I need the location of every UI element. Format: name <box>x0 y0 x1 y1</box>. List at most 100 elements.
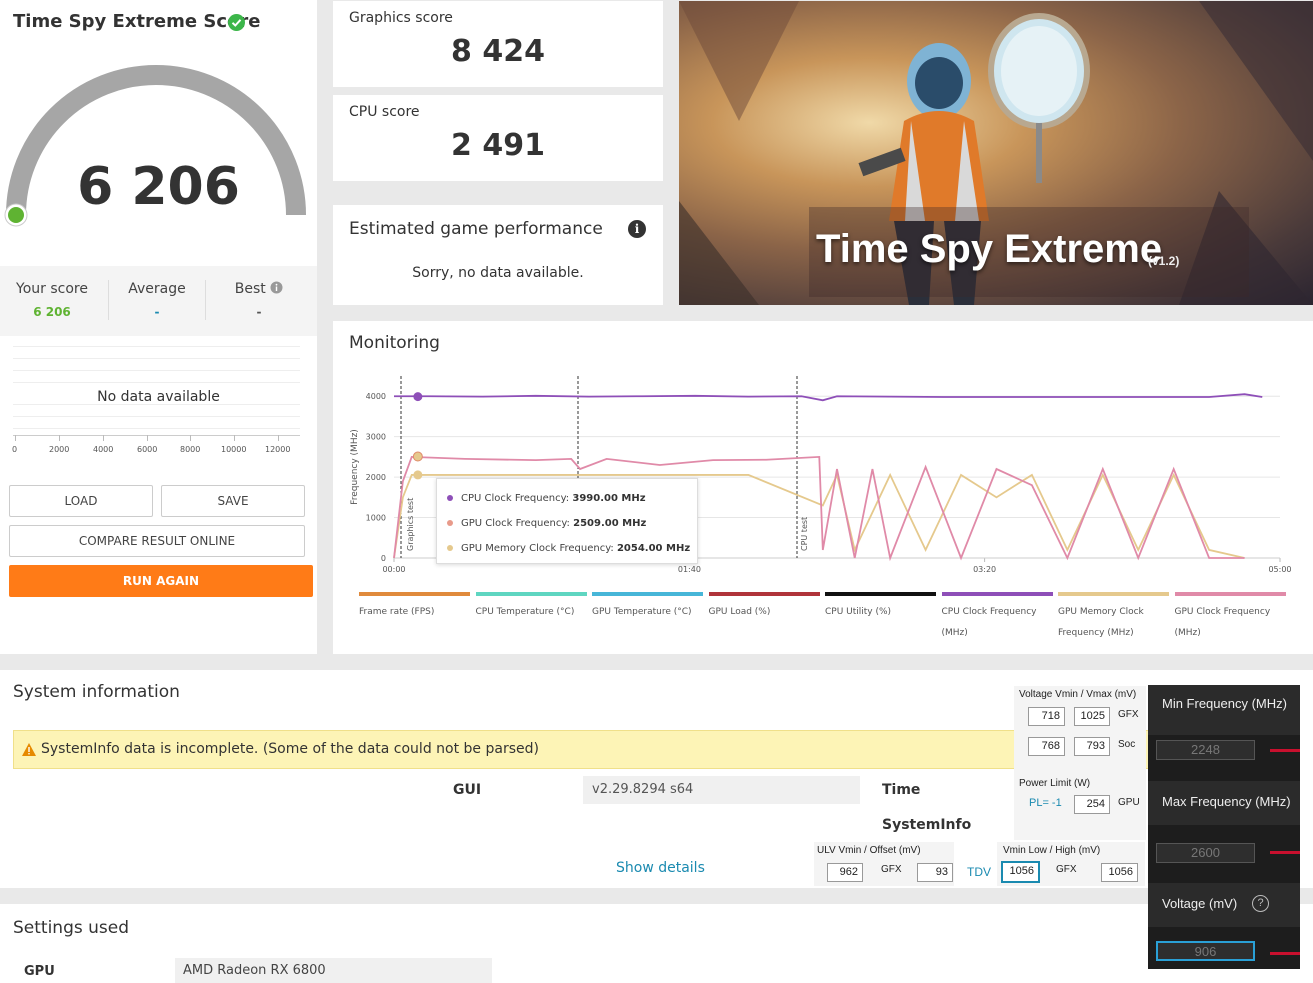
your-score: Your score 6 206 <box>2 281 102 319</box>
verified-check-icon <box>228 14 245 31</box>
axis-tick: 2000 <box>49 445 70 454</box>
voltage-power-panel: Voltage Vmin / Vmax (mV) 718 1025 GFX 76… <box>1014 686 1146 840</box>
score-title: Time Spy Extreme Score <box>13 11 261 32</box>
legend-swatch <box>1174 592 1286 596</box>
min-frequency-input[interactable]: 2248 <box>1156 740 1255 760</box>
info-icon[interactable] <box>270 281 283 294</box>
legend-label: GPU Load (%) <box>708 607 771 617</box>
average-score: Average - <box>107 281 207 319</box>
graphics-score-value: 8 424 <box>451 34 545 69</box>
vmin-high-input[interactable]: 1056 <box>1101 863 1138 882</box>
max-frequency-title: Max Frequency (MHz) <box>1162 794 1291 809</box>
run-again-button[interactable]: RUN AGAIN <box>9 565 313 597</box>
chart-tooltip: CPU Clock Frequency: 3990.00 MHz GPU Clo… <box>436 478 698 564</box>
tooltip-row: GPU Memory Clock Frequency: 2054.00 MHz <box>447 543 690 554</box>
time-label: Time <box>882 782 921 798</box>
show-details-link[interactable]: Show details <box>616 860 705 876</box>
your-score-value: 6 206 <box>33 305 71 319</box>
legend-item[interactable]: Frame rate (FPS) <box>359 592 470 623</box>
benchmark-banner: Time Spy Extreme (v1.2) <box>679 1 1313 305</box>
legend-swatch <box>1058 592 1169 596</box>
ulv-gfx-label: GFX <box>881 864 902 875</box>
benchmark-version: (v1.2) <box>1148 254 1180 268</box>
legend-label: GPU Clock Frequency (MHz) <box>1174 607 1271 638</box>
marker-label: Graphics test <box>406 498 415 551</box>
legend-swatch <box>708 592 820 596</box>
legend-item[interactable]: GPU Clock Frequency (MHz) <box>1174 592 1286 644</box>
score-card: Time Spy Extreme Score 6 206 Your score … <box>0 0 317 654</box>
gfx-vmax-input[interactable]: 1025 <box>1074 707 1110 726</box>
main-score: 6 206 <box>77 157 240 217</box>
help-icon[interactable]: ? <box>1252 895 1269 912</box>
best-value: - <box>256 305 262 319</box>
voltage-slider[interactable] <box>1270 952 1300 955</box>
legend-swatch <box>359 592 470 596</box>
legend-item[interactable]: CPU Temperature (°C) <box>475 592 587 623</box>
y-axis-label: Frequency (MHz) <box>350 429 360 505</box>
warning-banner: SystemInfo data is incomplete. (Some of … <box>13 730 1153 769</box>
min-frequency-title: Min Frequency (MHz) <box>1162 696 1287 711</box>
load-button[interactable]: LOAD <box>9 485 153 517</box>
vmin-low-input[interactable]: 1056 <box>1001 861 1040 883</box>
axis-tick: 6000 <box>137 445 158 454</box>
legend-item[interactable]: CPU Utility (%) <box>825 592 936 623</box>
gfx-vmin-input[interactable]: 718 <box>1028 707 1065 726</box>
compare-result-online-button[interactable]: COMPARE RESULT ONLINE <box>9 525 305 557</box>
power-limit-text[interactable]: PL= -1 <box>1029 797 1062 809</box>
ulv-vmin-input[interactable]: 962 <box>827 863 863 882</box>
score-summary: Your score 6 206 Average - Best - <box>0 266 317 336</box>
frequency-voltage-panel: Min Frequency (MHz) 2248 Max Frequency (… <box>1148 685 1300 969</box>
info-icon[interactable]: i <box>628 220 646 238</box>
benchmark-title: Time Spy Extreme <box>816 227 1163 271</box>
series-dot-icon <box>447 495 453 501</box>
voltage-title: Voltage (mV) <box>1162 896 1238 911</box>
gui-label: GUI <box>453 782 482 798</box>
tdv-link[interactable]: TDV <box>967 865 991 879</box>
axis-tick: 8000 <box>180 445 201 454</box>
min-frequency-slider[interactable] <box>1270 749 1300 752</box>
axis-tick: 0 <box>12 445 18 454</box>
marker-label: CPU test <box>800 517 809 551</box>
y-tick-label: 0 <box>381 554 386 563</box>
max-frequency-input[interactable]: 2600 <box>1156 843 1255 863</box>
estimated-game-performance-card: Estimated game performance i Sorry, no d… <box>333 205 663 305</box>
x-tick-label: 03:20 <box>973 565 996 574</box>
legend-item[interactable]: CPU Clock Frequency (MHz) <box>941 592 1053 644</box>
power-limit-title: Power Limit (W) <box>1019 778 1091 789</box>
legend-item[interactable]: GPU Load (%) <box>708 592 820 623</box>
soc-vmax-input[interactable]: 793 <box>1074 737 1110 756</box>
gfx-label: GFX <box>1118 709 1139 720</box>
voltage-input[interactable]: 906 <box>1156 941 1255 961</box>
axis-tick: 12000 <box>265 445 291 454</box>
legend-swatch <box>941 592 1053 596</box>
legend-item[interactable]: GPU Memory Clock Frequency (MHz) <box>1058 592 1169 644</box>
settings-used-card: Settings used GPU AMD Radeon RX 6800 <box>0 904 1313 983</box>
series-dot-icon <box>447 520 453 526</box>
ulv-offset-input[interactable]: 93 <box>917 863 953 882</box>
data-point <box>412 451 423 462</box>
vmin-title: Vmin Low / High (mV) <box>1003 845 1101 856</box>
ulv-panel: ULV Vmin / Offset (mV) 962 GFX 93 <box>814 842 954 886</box>
no-data-text: No data available <box>97 389 220 405</box>
ulv-title: ULV Vmin / Offset (mV) <box>817 845 921 856</box>
save-button[interactable]: SAVE <box>161 485 305 517</box>
legend-item[interactable]: GPU Temperature (°C) <box>592 592 703 623</box>
warning-text: SystemInfo data is incomplete. (Some of … <box>41 741 539 757</box>
egp-message: Sorry, no data available. <box>412 265 584 281</box>
axis-tick: 4000 <box>93 445 114 454</box>
best-score[interactable]: Best - <box>209 281 309 319</box>
voltage-title: Voltage Vmin / Vmax (mV) <box>1019 689 1137 700</box>
soc-vmin-input[interactable]: 768 <box>1028 737 1065 756</box>
legend-label: CPU Temperature (°C) <box>475 607 575 617</box>
divider <box>205 280 206 320</box>
x-tick-label: 01:40 <box>678 565 701 574</box>
average-value: - <box>154 305 160 319</box>
tooltip-row: GPU Clock Frequency: 2509.00 MHz <box>447 518 646 529</box>
data-point <box>413 392 423 402</box>
system-information-title: System information <box>13 682 180 702</box>
soc-label: Soc <box>1118 739 1136 750</box>
power-limit-input[interactable]: 254 <box>1074 795 1110 814</box>
max-frequency-slider[interactable] <box>1270 851 1300 854</box>
graphics-score-card: Graphics score 8 424 <box>333 1 663 87</box>
settings-title: Settings used <box>13 918 130 938</box>
